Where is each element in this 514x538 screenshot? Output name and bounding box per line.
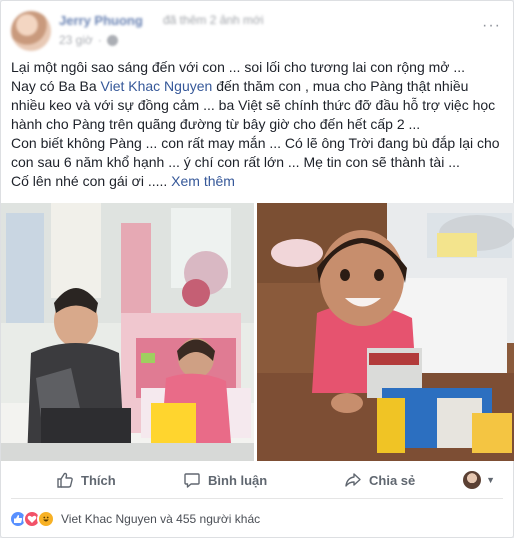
viewer-avatar [463,471,482,489]
see-more-link[interactable]: Xem thêm [171,173,235,189]
post-text: Lại một ngôi sao sáng đến với con ... so… [11,58,505,191]
photo-right[interactable] [257,203,514,461]
comment-label: Bình luận [208,472,268,488]
post-card: Jerry Phuong đã thêm 2 ảnh mới 23 giờ · … [0,0,514,538]
share-button[interactable]: Chia sẻ [344,461,415,499]
post-meta: 23 giờ · [59,33,118,47]
like-button[interactable]: Thích [56,461,116,499]
share-arrow-icon [345,473,361,487]
comment-icon [184,473,200,488]
photo-left[interactable] [1,203,254,461]
reactions-summary[interactable]: Viet Khac Nguyen và 455 người khác [9,508,260,530]
author-name[interactable]: Jerry Phuong [59,13,143,28]
like-label: Thích [81,472,116,488]
mention-prefix: Nay có Ba Ba [11,78,101,94]
post-text-line: hành cho Pàng trên quãng đường từ bây gi… [11,116,421,132]
photo-grid [1,203,514,461]
more-options-icon[interactable]: ··· [482,17,501,35]
post-text-line: Cố lên nhé con gái ơi ..... [11,173,168,189]
mention-suffix: đến thăm con , mua cho Pàng thật nhiều [216,78,469,94]
share-label: Chia sẻ [369,472,416,488]
viewer-selector[interactable]: ▼ [463,461,495,499]
globe-icon [106,34,118,46]
post-action-text: đã thêm 2 ảnh mới [163,13,264,27]
post-text-line: con sau 6 năm khổ hạnh ... ý chí con rất… [11,154,460,170]
post-timestamp[interactable]: 23 giờ [59,33,93,47]
thumbs-up-icon [57,472,73,488]
comment-button[interactable]: Bình luận [183,461,267,499]
photo-smiling-girl [257,203,514,461]
post-text-line-mention: Nay có Ba Ba Viet Khac Nguyen đến thăm c… [11,77,505,96]
reaction-names[interactable]: Viet Khac Nguyen và 455 người khác [61,512,260,526]
haha-reaction-icon [37,510,55,528]
post-text-line: nhiều keo và với sự đồng cảm ... ba Việt… [11,97,496,113]
post-text-line: Lại một ngôi sao sáng đến với con ... so… [11,59,466,75]
post-header: Jerry Phuong đã thêm 2 ảnh mới 23 giờ · … [11,11,503,53]
chevron-down-icon: ▼ [486,475,495,485]
post-actions-bar: Thích Bình luận Chia sẻ ▼ [11,461,503,499]
photo-man-and-girl [1,203,254,461]
post-text-line-last: Cố lên nhé con gái ơi ..... Xem thêm [11,172,505,191]
post-text-line: Con biết không Pàng ... con rất may mắn … [11,135,500,151]
mention-link[interactable]: Viet Khac Nguyen [101,78,213,94]
author-avatar[interactable] [11,11,51,51]
